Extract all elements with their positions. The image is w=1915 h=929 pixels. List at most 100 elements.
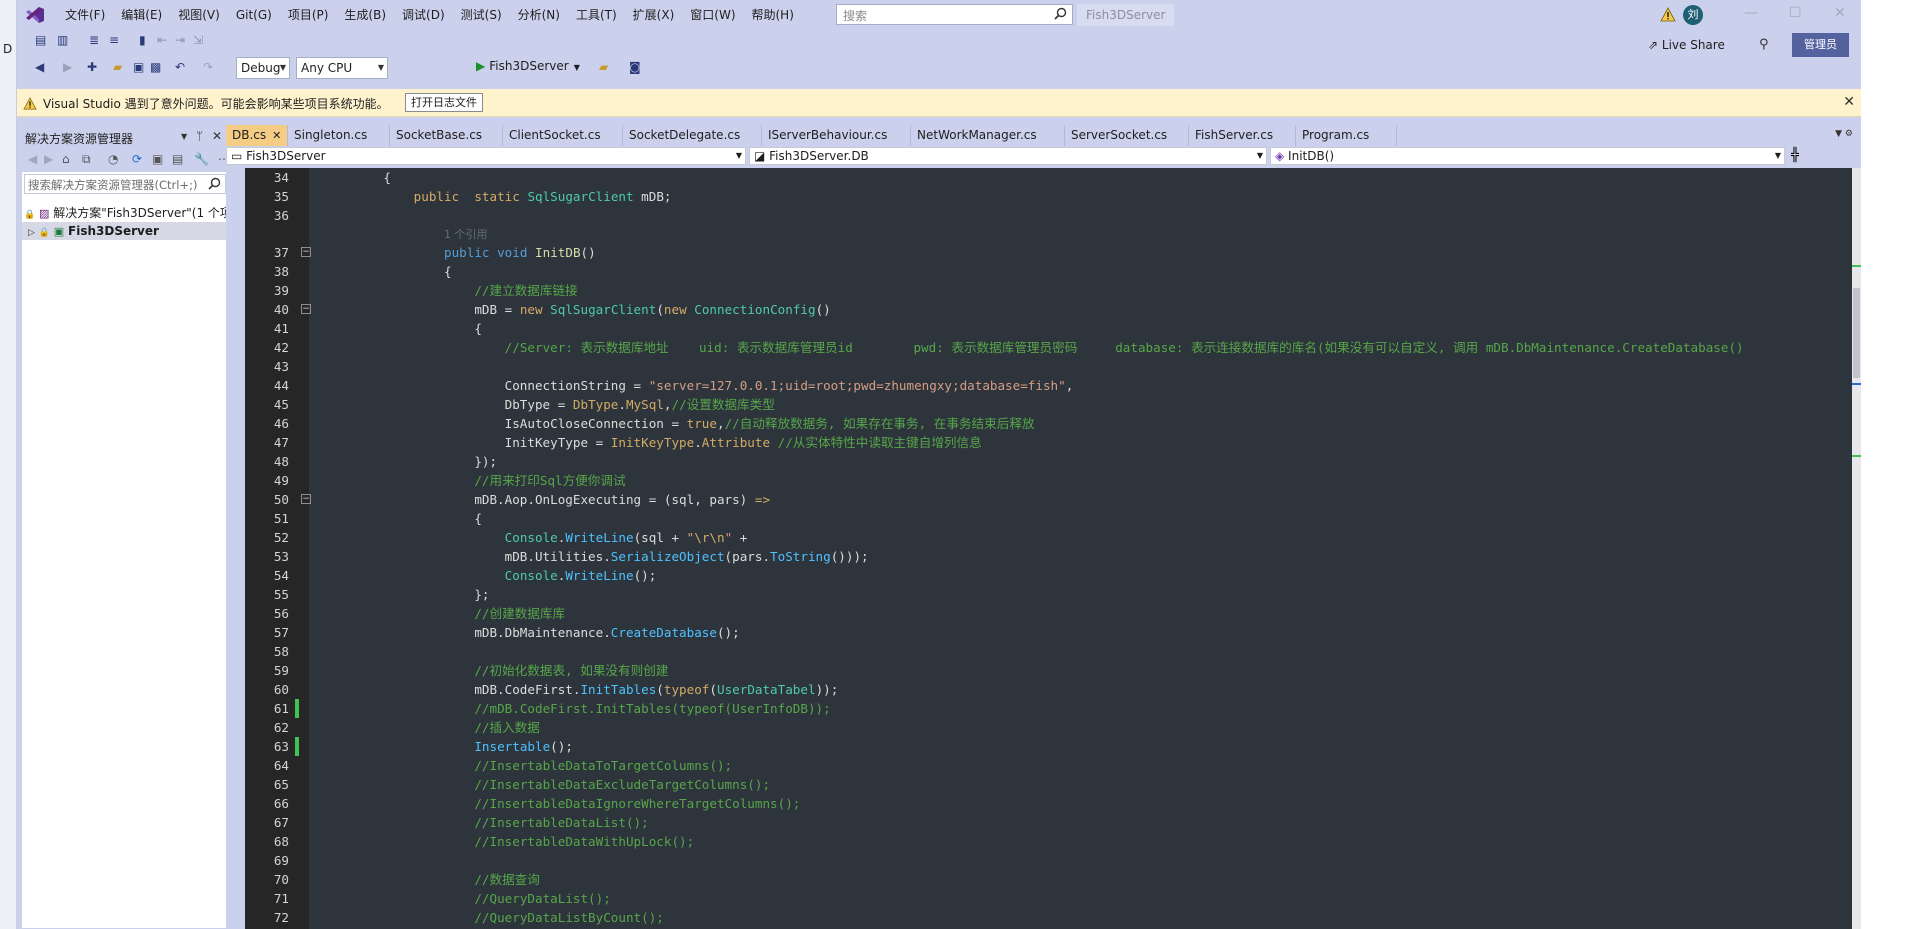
code-text[interactable]: {: [353, 509, 482, 528]
split-icon[interactable]: ╬: [1791, 148, 1799, 163]
code-text[interactable]: {: [353, 319, 482, 338]
type-dropdown[interactable]: ◪ Fish3DServer.DB ▼: [749, 147, 1267, 165]
tab-singleton-cs[interactable]: Singleton.cs: [288, 125, 390, 146]
fold-icon[interactable]: −: [301, 304, 311, 314]
open-log-button[interactable]: 打开日志文件: [405, 93, 483, 112]
toolbar-icon-1[interactable]: ▤: [35, 33, 46, 47]
start-debugging-button[interactable]: ▶ Fish3DServer ▼: [476, 59, 580, 73]
back-icon[interactable]: ◀: [28, 152, 37, 166]
platform-dropdown[interactable]: Any CPU ▼: [296, 57, 388, 79]
menu-file[interactable]: 文件(F): [57, 0, 113, 30]
home-icon[interactable]: ⌂: [62, 152, 70, 166]
close-window-button[interactable]: ✕: [1834, 5, 1846, 21]
codelens-hint[interactable]: 1 个引用: [444, 228, 488, 241]
code-text[interactable]: //创建数据库库: [353, 604, 565, 623]
menu-project[interactable]: 项目(P): [280, 0, 337, 30]
code-text[interactable]: //建立数据库链接: [353, 281, 577, 300]
code-text[interactable]: //mDB.CodeFirst.InitTables(typeof(UserIn…: [353, 699, 830, 718]
code-text[interactable]: public static SqlSugarClient mDB;: [353, 187, 672, 206]
menu-view[interactable]: 视图(V): [170, 0, 228, 30]
maximize-button[interactable]: ☐: [1789, 5, 1802, 21]
save-icon[interactable]: ▣: [133, 60, 144, 74]
search-input[interactable]: 搜索: [836, 4, 1073, 25]
forward-icon[interactable]: ▶: [63, 60, 72, 74]
scrollbar-thumb[interactable]: [1853, 288, 1860, 378]
code-text[interactable]: //数据查询: [353, 870, 540, 889]
forward-icon[interactable]: ▶: [44, 152, 53, 166]
pin-icon[interactable]: ⚲: [1759, 37, 1769, 52]
code-text[interactable]: //InsertableDataIgnoreWhereTargetColumns…: [353, 794, 800, 813]
new-project-icon[interactable]: ✚: [87, 60, 97, 74]
code-text[interactable]: };: [353, 585, 489, 604]
minimize-button[interactable]: —: [1744, 5, 1758, 21]
menu-help[interactable]: 帮助(H): [744, 0, 802, 30]
pending-changes-icon[interactable]: ◔: [108, 152, 118, 166]
fold-icon[interactable]: −: [301, 247, 311, 257]
code-text[interactable]: //QueryDataList();: [353, 889, 610, 908]
code-text[interactable]: //InsertableDataToTargetColumns();: [353, 756, 732, 775]
code-text[interactable]: mDB.Aop.OnLogExecuting = (sql, pars) =>: [353, 490, 770, 509]
code-text[interactable]: //初始化数据表, 如果没有则创建: [353, 661, 668, 680]
bookmark-next-icon[interactable]: ⇥: [175, 33, 185, 47]
tab-overflow-icon[interactable]: ▼ ⚙: [1835, 129, 1853, 139]
code-text[interactable]: Insertable();: [353, 737, 573, 756]
code-text[interactable]: //Server: 表示数据库地址 uid: 表示数据库管理员id pwd: 表…: [353, 338, 1744, 357]
menu-extensions[interactable]: 扩展(X): [625, 0, 683, 30]
configuration-dropdown[interactable]: Debug ▼: [236, 57, 290, 79]
menu-test[interactable]: 测试(S): [453, 0, 510, 30]
toolbar-icon-4[interactable]: ≡: [109, 33, 119, 47]
tab-clientsocket-cs[interactable]: ClientSocket.cs: [503, 125, 623, 146]
code-text[interactable]: mDB.DbMaintenance.CreateDatabase();: [353, 623, 739, 642]
close-icon[interactable]: ✕: [272, 129, 281, 142]
code-text[interactable]: {: [353, 262, 452, 281]
code-text[interactable]: IsAutoCloseConnection = true,//自动释放数据务, …: [353, 414, 1035, 433]
warning-icon[interactable]: [1660, 7, 1676, 26]
chevron-down-icon[interactable]: ▼: [181, 132, 187, 141]
menu-edit[interactable]: 编辑(E): [113, 0, 170, 30]
code-text[interactable]: //InsertableDataList();: [353, 813, 648, 832]
member-dropdown[interactable]: ◈ InitDB() ▼: [1270, 147, 1785, 165]
code-text[interactable]: //InsertableDataWithUpLock();: [353, 832, 694, 851]
code-text[interactable]: {: [353, 168, 391, 187]
properties-icon[interactable]: 🔧: [194, 152, 209, 166]
code-text[interactable]: mDB = new SqlSugarClient(new ConnectionC…: [353, 300, 830, 319]
code-text[interactable]: Console.WriteLine();: [353, 566, 657, 585]
tab-fishserver-cs[interactable]: FishServer.cs: [1189, 125, 1296, 146]
code-text[interactable]: //插入数据: [353, 718, 540, 737]
code-text[interactable]: //QueryDataListByCount();: [353, 908, 664, 927]
tab-program-cs[interactable]: Program.cs: [1296, 125, 1397, 146]
menu-debug[interactable]: 调试(D): [394, 0, 453, 30]
tab-networkmanager-cs[interactable]: NetWorkManager.cs: [911, 125, 1065, 146]
menu-tools[interactable]: 工具(T): [568, 0, 625, 30]
close-icon[interactable]: ✕: [1843, 94, 1855, 110]
code-text[interactable]: //InsertableDataExcludeTargetColumns();: [353, 775, 770, 794]
code-text[interactable]: ConnectionString = "server=127.0.0.1;uid…: [353, 376, 1074, 395]
code-text[interactable]: InitKeyType = InitKeyType.Attribute //从实…: [353, 433, 982, 452]
code-text[interactable]: public void InitDB(): [353, 243, 596, 262]
tree-item-project[interactable]: ▷ 🔒 ▣ Fish3DServer: [22, 222, 229, 240]
code-text[interactable]: DbType = DbType.MySql,//设置数据库类型: [353, 395, 775, 414]
undo-icon[interactable]: ↶: [175, 60, 185, 74]
code-editor[interactable]: 34 { 35 public static SqlSugarClient mDB…: [226, 168, 1852, 929]
chevron-right-icon[interactable]: ▷: [28, 228, 35, 238]
bookmark-clear-icon[interactable]: ⇲: [193, 33, 203, 47]
menu-build[interactable]: 生成(B): [336, 0, 394, 30]
code-text[interactable]: mDB.Utilities.SerializeObject(pars.ToStr…: [353, 547, 869, 566]
camera-icon[interactable]: ◙: [629, 60, 641, 74]
fold-icon[interactable]: −: [301, 494, 311, 504]
toolbar-icon-3[interactable]: ≣: [89, 33, 99, 47]
avatar[interactable]: 刘: [1683, 5, 1703, 25]
switch-views-icon[interactable]: ⧉: [82, 152, 91, 167]
redo-icon[interactable]: ↷: [203, 60, 213, 74]
tab-socketbase-cs[interactable]: SocketBase.cs: [390, 125, 503, 146]
tab-db-cs[interactable]: DB.cs ✕: [226, 125, 288, 146]
tree-item-solution[interactable]: 🔒 ▨ 解决方案"Fish3DServer"(1 个项目/共 1: [22, 204, 229, 222]
open-file-icon[interactable]: ▰: [113, 60, 122, 74]
menu-git[interactable]: Git(G): [228, 0, 280, 30]
menu-window[interactable]: 窗口(W): [682, 0, 743, 30]
tab-iserverbehaviour-cs[interactable]: IServerBehaviour.cs: [762, 125, 911, 146]
menu-analyze[interactable]: 分析(N): [510, 0, 568, 30]
code-text[interactable]: //用来打印Sql方便你调试: [353, 471, 625, 490]
pin-icon[interactable]: ᛘ: [196, 129, 203, 143]
bookmark-prev-icon[interactable]: ⇤: [157, 33, 167, 47]
